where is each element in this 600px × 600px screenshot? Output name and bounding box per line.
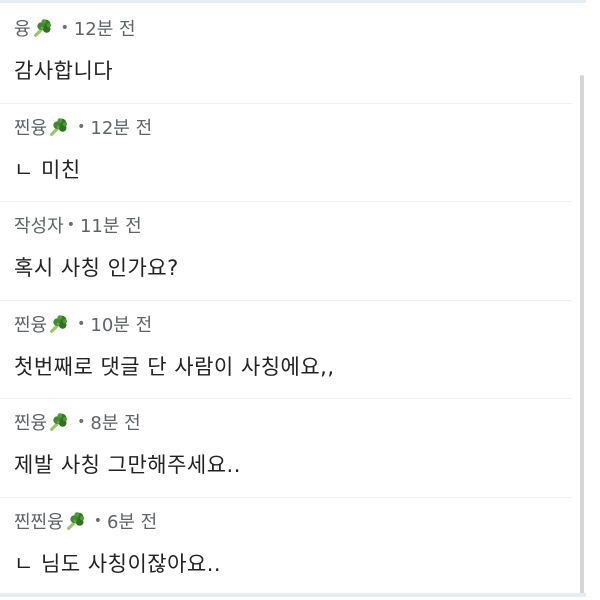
author-name[interactable]: 융 [14, 15, 31, 41]
broccoli-icon [48, 411, 70, 433]
comment-text: ㄴ 님도 사칭이잖아요.. [14, 551, 222, 576]
comment-item[interactable]: 찐융 • 8분 전 제발 사칭 그만해주세요.. [0, 399, 572, 498]
author-name[interactable]: 찐융 [14, 311, 47, 337]
comment-timestamp: 12분 전 [73, 19, 136, 40]
comment-timestamp: 11분 전 [79, 216, 142, 238]
comment-list[interactable]: 융 • 12분 전 감사합니다 찐융 • 12분 전 ㄴ 미친 작성자 • 11… [0, 5, 572, 597]
comment-meta: 융 • 12분 전 [14, 15, 136, 41]
comment-item[interactable]: 찐융 • 10분 전 첫번째로 댓글 단 사람이 사칭에요,, [0, 301, 572, 400]
meta-separator: • [60, 20, 69, 36]
bottom-divider [0, 593, 586, 597]
comment-meta: 찐융 • 10분 전 [14, 311, 152, 337]
comment-timestamp: 10분 전 [90, 314, 153, 336]
author-name[interactable]: 찐융 [14, 114, 47, 140]
author-name[interactable]: 찐융 [14, 409, 47, 435]
meta-separator: • [66, 217, 75, 234]
comment-text: 첫번째로 댓글 단 사람이 사칭에요,, [14, 354, 335, 379]
author-name[interactable]: 작성자 [14, 212, 64, 238]
meta-separator: • [77, 414, 86, 431]
comment-meta: 찐찐융 • 6분 전 [14, 508, 157, 534]
comment-item[interactable]: 찐융 • 12분 전 ㄴ 미친 [0, 104, 572, 203]
comment-text: ㄴ 미친 [14, 157, 81, 182]
comment-item[interactable]: 작성자 • 11분 전 혹시 사칭 인가요? [0, 202, 572, 301]
comment-meta: 찐융 • 12분 전 [14, 114, 152, 140]
comment-meta: 찐융 • 8분 전 [14, 409, 141, 435]
comment-timestamp: 6분 전 [106, 511, 158, 533]
comment-text: 제발 사칭 그만해주세요.. [14, 453, 241, 478]
scrollbar[interactable] [580, 75, 584, 595]
broccoli-icon [32, 17, 54, 39]
comment-item[interactable]: 융 • 12분 전 감사합니다 [0, 5, 572, 104]
comment-timestamp: 12분 전 [90, 117, 153, 139]
broccoli-icon [48, 313, 70, 335]
meta-separator: • [77, 118, 86, 135]
comment-timestamp: 8분 전 [90, 413, 141, 435]
broccoli-icon [65, 510, 87, 532]
author-name[interactable]: 찐찐융 [14, 508, 64, 534]
comment-item[interactable]: 찐찐융 • 6분 전 ㄴ 님도 사칭이잖아요.. [0, 498, 572, 597]
comment-thread-page: 융 • 12분 전 감사합니다 찐융 • 12분 전 ㄴ 미친 작성자 • 11… [0, 0, 600, 600]
meta-separator: • [77, 315, 86, 332]
comment-text: 혹시 사칭 인가요? [14, 256, 179, 281]
broccoli-icon [48, 116, 70, 138]
meta-separator: • [93, 512, 102, 529]
comment-text: 감사합니다 [14, 59, 114, 83]
comment-meta: 작성자 • 11분 전 [14, 212, 142, 238]
top-divider [0, 0, 586, 3]
